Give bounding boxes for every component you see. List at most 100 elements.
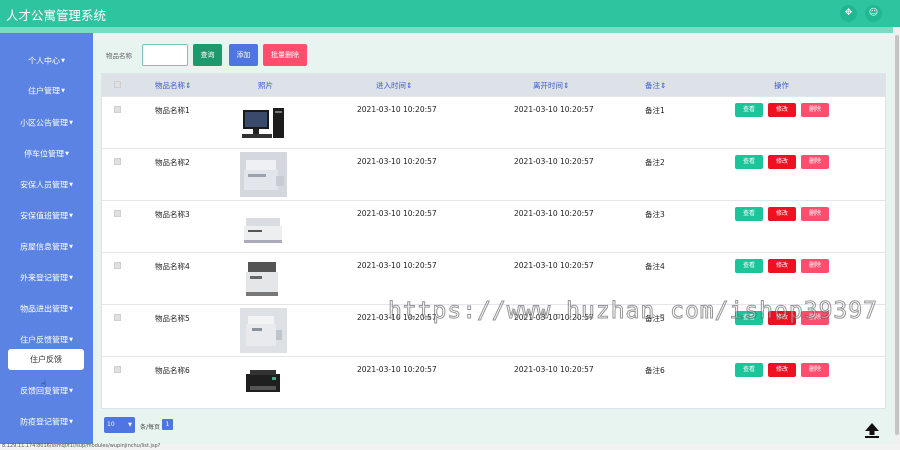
item-photo-scanner [240,204,287,249]
delete-button[interactable]: 删除 [801,259,829,273]
header-actions: 操作 [774,81,789,90]
view-button[interactable]: 查看 [735,207,763,221]
sidebar-item-security-duty[interactable]: 安保值班管理▼ [0,206,93,226]
chevron-down-icon: ▼ [69,388,73,394]
row-leave-time: 2021-03-10 10:20:57 [514,261,594,270]
sidebar-item-feedback-reply[interactable]: 反馈回复管理▼ [0,381,93,401]
chevron-down-icon: ▼ [69,337,73,343]
chevron-down-icon: ▼ [69,419,73,425]
row-name: 物品名称2 [155,158,190,167]
table-header: 物品名称⇕ 照片 进入时间⇕ 离开时间⇕ 备注⇕ 操作 [102,74,885,96]
header-enter-time[interactable]: 进入时间⇕ [376,80,412,91]
delete-button[interactable]: 删除 [801,363,829,377]
view-button[interactable]: 查看 [735,155,763,169]
sidebar-item-security-staff[interactable]: 安保人员管理▼ [0,175,93,195]
goods-table: 物品名称⇕ 照片 进入时间⇕ 离开时间⇕ 备注⇕ 操作 物品名称1 2021-0… [101,73,886,409]
edit-button[interactable]: 修改 [768,155,796,169]
row-checkbox[interactable] [114,106,121,113]
chevron-down-icon: ▼ [61,88,65,94]
header-name[interactable]: 物品名称⇕ [155,80,191,91]
sidebar-item-resident-feedback[interactable]: 住户反馈管理▼ [0,330,93,350]
chevron-down-icon: ▼ [69,213,73,219]
edit-button[interactable]: 修改 [768,103,796,117]
chevron-down-icon: ▼ [69,244,73,250]
row-enter-time: 2021-03-10 10:20:57 [357,157,437,166]
scrollbar-thumb[interactable] [895,35,899,435]
delete-button[interactable]: 删除 [801,155,829,169]
page-button-current[interactable]: 1 [162,419,173,430]
chevron-down-icon: ▼ [69,182,73,188]
per-page-label: 条/每页 [140,424,161,431]
batch-delete-button[interactable]: 批量删除 [263,44,307,66]
sidebar-item-housing[interactable]: 房屋信息管理▼ [0,237,93,257]
row-leave-time: 2021-03-10 10:20:57 [514,365,594,374]
status-url: 8.129.11.174:8016/ssmq0t1l/sup/modules/w… [2,443,161,449]
row-checkbox[interactable] [114,262,121,269]
view-button[interactable]: 查看 [735,363,763,377]
chevron-down-icon: ▼ [128,422,132,428]
delete-button[interactable]: 删除 [801,103,829,117]
item-photo-printer [240,256,287,301]
edit-button[interactable]: 修改 [768,207,796,221]
sidebar-subitem-resident-feedback[interactable]: 住户反馈 [8,349,84,370]
watermark-text: https://www.huzhan.com/ishop39397 [388,298,878,325]
arrow-up-icon[interactable] [862,420,882,440]
chevron-down-icon: ▼ [65,151,69,157]
item-photo-multifunction-printer [240,308,287,353]
item-photo-inkjet-printer [240,360,287,405]
view-button[interactable]: 查看 [735,259,763,273]
select-all-checkbox[interactable] [114,81,121,88]
search-label: 物品名称 [106,52,132,60]
sidebar-item-epidemic-registration[interactable]: 防疫登记管理▼ [0,412,93,432]
row-enter-time: 2021-03-10 10:20:57 [357,261,437,270]
mouse-cursor-icon: ☝ [41,380,47,390]
row-name: 物品名称6 [155,366,190,375]
edit-button[interactable]: 修改 [768,363,796,377]
search-input[interactable] [142,44,188,66]
row-leave-time: 2021-03-10 10:20:57 [514,209,594,218]
user-icon[interactable]: ☺ [865,5,882,22]
row-checkbox[interactable] [114,210,121,217]
sidebar-item-goods-in-out[interactable]: 物品进出管理▼ [0,299,93,319]
sidebar: 个人中心▼ 住户管理▼ 小区公告管理▼ 停车位管理▼ 安保人员管理▼ 安保值班管… [0,33,93,444]
table-row: 物品名称2 2021-03-10 10:20:57 2021-03-10 10:… [102,148,885,200]
header-photo: 照片 [258,81,273,90]
expand-icon[interactable]: ✥ [840,5,857,22]
chevron-down-icon: ▼ [69,275,73,281]
sidebar-item-parking[interactable]: 停车位管理▼ [0,144,93,164]
chevron-down-icon: ▼ [69,120,73,126]
row-name: 物品名称4 [155,262,190,271]
row-note: 备注3 [645,210,665,219]
row-enter-time: 2021-03-10 10:20:57 [357,365,437,374]
row-checkbox[interactable] [114,366,121,373]
row-note: 备注6 [645,366,665,375]
page-size-select[interactable]: 10 ▼ [104,417,135,433]
top-strip [0,27,893,33]
add-button[interactable]: 添加 [229,44,258,66]
header-note[interactable]: 备注⇕ [645,80,666,91]
item-photo-copier [240,152,287,197]
row-enter-time: 2021-03-10 10:20:57 [357,209,437,218]
row-name: 物品名称3 [155,210,190,219]
row-checkbox[interactable] [114,158,121,165]
view-button[interactable]: 查看 [735,103,763,117]
table-row: 物品名称3 2021-03-10 10:20:57 2021-03-10 10:… [102,200,885,252]
row-checkbox[interactable] [114,314,121,321]
top-bar: 人才公寓管理系统 [0,0,900,27]
sidebar-item-visitor-registration[interactable]: 外来登记管理▼ [0,268,93,288]
app-title: 人才公寓管理系统 [6,8,107,23]
query-button[interactable]: 查询 [193,44,222,66]
row-leave-time: 2021-03-10 10:20:57 [514,105,594,114]
row-note: 备注2 [645,158,665,167]
row-enter-time: 2021-03-10 10:20:57 [357,105,437,114]
sidebar-item-personal-center[interactable]: 个人中心▼ [0,51,93,71]
edit-button[interactable]: 修改 [768,259,796,273]
header-leave-time[interactable]: 离开时间⇕ [533,80,569,91]
sidebar-item-announcements[interactable]: 小区公告管理▼ [0,113,93,133]
chevron-down-icon: ▼ [61,58,65,64]
item-photo-computer [240,100,287,145]
delete-button[interactable]: 删除 [801,207,829,221]
sidebar-item-residents[interactable]: 住户管理▼ [0,81,93,101]
table-row: 物品名称6 2021-03-10 10:20:57 2021-03-10 10:… [102,356,885,408]
table-row: 物品名称4 2021-03-10 10:20:57 2021-03-10 10:… [102,252,885,304]
